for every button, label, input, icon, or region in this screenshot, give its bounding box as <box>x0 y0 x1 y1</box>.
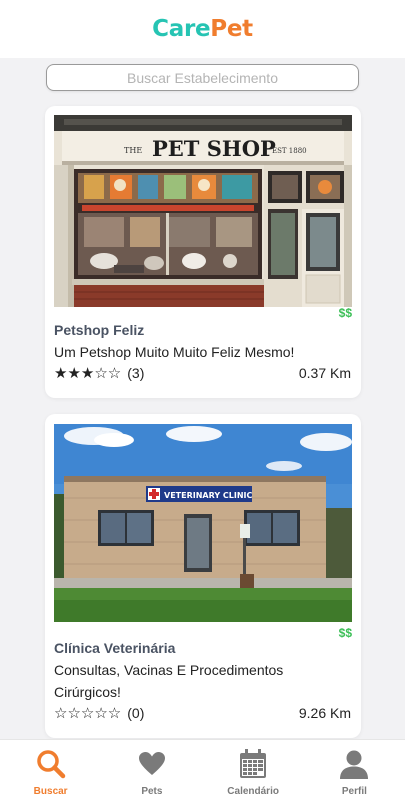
app-header: CarePet <box>0 0 405 58</box>
establishment-name: Petshop Feliz <box>54 322 145 338</box>
star-rating-icon: ★★★☆☆ <box>54 364 122 382</box>
establishment-card[interactable]: VETERINARY CLINIC $$ Clínica Veterinária… <box>45 414 361 738</box>
svg-text:VETERINARY CLINIC: VETERINARY CLINIC <box>164 491 253 500</box>
rating-row: ★★★☆☆ (3) 0.37 Km <box>54 364 351 382</box>
tab-label: Perfil <box>341 786 367 797</box>
establishment-description: Um Petshop Muito Muito Feliz Mesmo! <box>54 344 295 360</box>
establishment-image: THE PET SHOP EST 1880 <box>54 115 352 307</box>
distance: 9.26 Km <box>298 705 351 721</box>
tab-pets[interactable]: Pets <box>101 740 202 800</box>
logo-care-text: Care <box>152 16 211 42</box>
bottom-tab-bar: Buscar Pets Calendário Perfil <box>0 739 405 800</box>
tab-calendario[interactable]: Calendário <box>203 740 304 800</box>
review-count: (0) <box>127 705 145 721</box>
user-icon <box>339 748 369 780</box>
search-input[interactable] <box>46 64 359 91</box>
star-rating-icon: ☆☆☆☆☆ <box>54 704 122 722</box>
heart-icon <box>138 748 166 780</box>
establishment-card[interactable]: THE PET SHOP EST 1880 $$ Petshop Feliz U… <box>45 106 361 398</box>
logo-pet-text: Pet <box>210 16 253 42</box>
price-level: $$ <box>338 626 352 640</box>
search-bar <box>46 64 359 91</box>
svg-text:THE: THE <box>124 146 142 155</box>
tab-perfil[interactable]: Perfil <box>304 740 405 800</box>
distance: 0.37 Km <box>298 365 351 381</box>
rating: ☆☆☆☆☆ (0) <box>54 704 144 722</box>
establishment-image: VETERINARY CLINIC <box>54 424 352 622</box>
tab-label: Pets <box>141 786 163 797</box>
rating-row: ☆☆☆☆☆ (0) 9.26 Km <box>54 704 351 722</box>
tab-label: Calendário <box>227 786 279 797</box>
calendar-icon <box>239 748 267 780</box>
establishment-description: Consultas, Vacinas E Procedimentos Cirúr… <box>54 662 284 700</box>
rating: ★★★☆☆ (3) <box>54 364 144 382</box>
review-count: (3) <box>127 365 145 381</box>
app-logo: CarePet <box>152 16 253 42</box>
tab-label: Buscar <box>33 786 68 797</box>
price-level: $$ <box>338 306 352 320</box>
svg-text:EST 1880: EST 1880 <box>272 147 307 155</box>
search-icon <box>35 748 67 780</box>
establishment-name: Clínica Veterinária <box>54 640 176 656</box>
tab-buscar[interactable]: Buscar <box>0 740 101 800</box>
svg-text:PET SHOP: PET SHOP <box>152 136 276 161</box>
